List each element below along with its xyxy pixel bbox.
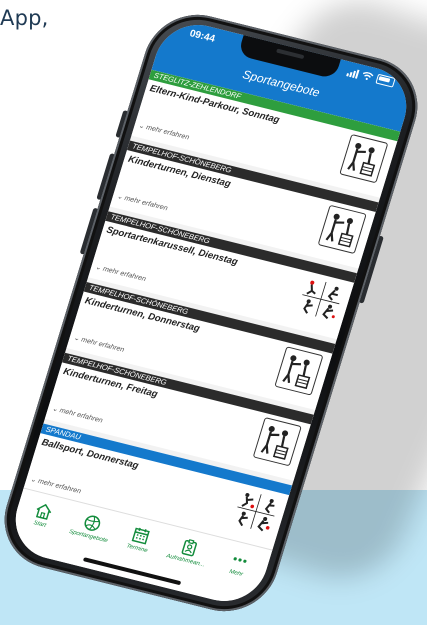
more-link[interactable]: ⌄ mehr erfahren <box>116 192 169 212</box>
gymnastics-icon <box>339 133 389 184</box>
ballsport-icon <box>229 487 283 536</box>
more-icon <box>233 557 247 563</box>
tab-aufnahmeantrag[interactable]: Aufnahmean... <box>161 533 215 569</box>
tab-sportangebote[interactable]: Sportangebote <box>64 509 118 545</box>
multisport-icon <box>294 275 348 324</box>
phone-mockup: Sportangebote 09:44 STEGLITZ-ZEHLENDORF … <box>0 3 427 623</box>
offers-list: STEGLITZ-ZEHLENDORF Eltern-Kind-Parkour,… <box>22 69 401 557</box>
tab-start[interactable]: Start <box>15 497 69 533</box>
more-link[interactable]: ⌄ mehr erfahren <box>73 334 126 354</box>
more-link[interactable]: ⌄ mehr erfahren <box>138 121 191 141</box>
battery-icon <box>375 73 396 88</box>
more-link[interactable]: ⌄ mehr erfahren <box>51 404 104 424</box>
status-time: 09:44 <box>188 28 217 45</box>
calendar-icon <box>131 527 150 545</box>
phone-body: Sportangebote 09:44 STEGLITZ-ZEHLENDORF … <box>0 0 427 639</box>
gymnastics-icon <box>317 204 367 255</box>
tab-termine[interactable]: Termine <box>113 521 167 557</box>
volleyball-icon <box>84 515 101 531</box>
gymnastics-icon <box>252 417 302 467</box>
gymnastics-icon <box>274 346 324 396</box>
home-icon <box>35 503 52 520</box>
more-link[interactable]: ⌄ mehr erfahren <box>94 263 147 283</box>
id-badge-icon <box>181 539 198 557</box>
signal-icon <box>346 67 360 79</box>
tab-mehr[interactable]: Mehr <box>212 546 266 582</box>
speaker-grille <box>276 48 305 60</box>
wifi-icon <box>362 71 374 80</box>
